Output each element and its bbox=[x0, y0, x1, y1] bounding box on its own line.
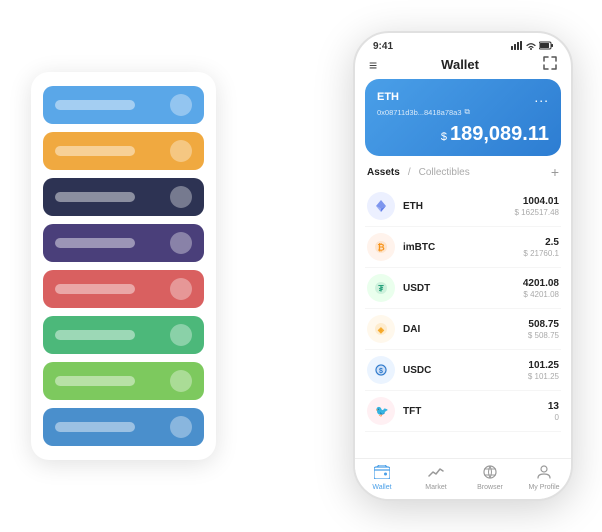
card-icon bbox=[170, 416, 192, 438]
list-item[interactable] bbox=[43, 132, 204, 170]
svg-text:🐦: 🐦 bbox=[375, 406, 388, 418]
eth-address: 0x08711d3b...8418a78a3 ⧉ bbox=[377, 107, 549, 117]
status-bar: 9:41 bbox=[355, 33, 571, 54]
asset-name-dai: DAI bbox=[403, 324, 528, 335]
nav-browser[interactable]: Browser bbox=[463, 465, 517, 491]
card-icon bbox=[170, 278, 192, 300]
asset-amount-eth: 1004.01 $ 162517.48 bbox=[515, 196, 560, 217]
wallet-nav-icon bbox=[374, 465, 390, 482]
svg-text:◈: ◈ bbox=[377, 326, 385, 335]
dai-icon: ◈ bbox=[367, 315, 395, 343]
page-title: Wallet bbox=[441, 57, 479, 72]
phone-mockup: 9:41 bbox=[353, 31, 573, 501]
asset-name-eth: ETH bbox=[403, 201, 515, 212]
svg-text:₮: ₮ bbox=[378, 284, 384, 294]
list-item[interactable] bbox=[43, 316, 204, 354]
card-icon bbox=[170, 370, 192, 392]
phone-header: ≡ Wallet bbox=[355, 54, 571, 79]
table-row[interactable]: $ USDC 101.25 $ 101.25 bbox=[365, 350, 561, 391]
card-bar bbox=[55, 238, 135, 248]
tab-assets[interactable]: Assets bbox=[367, 167, 400, 178]
usdc-icon: $ bbox=[367, 356, 395, 384]
asset-name-imbtc: imBTC bbox=[403, 242, 523, 253]
eth-card[interactable]: ETH ... 0x08711d3b...8418a78a3 ⧉ $189,08… bbox=[365, 79, 561, 156]
eth-more-button[interactable]: ... bbox=[534, 89, 549, 105]
card-icon bbox=[170, 94, 192, 116]
nav-market[interactable]: Market bbox=[409, 465, 463, 491]
tab-collectibles[interactable]: Collectibles bbox=[419, 167, 470, 178]
market-nav-icon bbox=[428, 465, 444, 482]
card-bar bbox=[55, 284, 135, 294]
card-bar bbox=[55, 330, 135, 340]
asset-amount-dai: 508.75 $ 508.75 bbox=[528, 319, 559, 340]
nav-profile[interactable]: My Profile bbox=[517, 465, 571, 491]
eth-card-header: ETH ... bbox=[377, 89, 549, 105]
assets-header: Assets / Collectibles + bbox=[355, 164, 571, 186]
tab-separator: / bbox=[408, 167, 411, 178]
card-bar bbox=[55, 376, 135, 386]
svg-text:$: $ bbox=[379, 368, 383, 375]
assets-tabs: Assets / Collectibles bbox=[367, 167, 470, 178]
bottom-nav: Wallet Market Browser My Profile bbox=[355, 458, 571, 499]
copy-icon[interactable]: ⧉ bbox=[465, 107, 470, 117]
asset-amount-usdc: 101.25 $ 101.25 bbox=[528, 360, 559, 381]
card-stack bbox=[31, 72, 216, 460]
eth-balance: $189,089.11 bbox=[377, 123, 549, 146]
wifi-icon bbox=[526, 42, 536, 52]
asset-name-usdc: USDC bbox=[403, 365, 528, 376]
svg-text:₿: ₿ bbox=[377, 243, 384, 253]
table-row[interactable]: ₿ imBTC 2.5 $ 21760.1 bbox=[365, 227, 561, 268]
asset-name-tft: TFT bbox=[403, 406, 548, 417]
add-asset-button[interactable]: + bbox=[551, 164, 559, 180]
card-bar bbox=[55, 146, 135, 156]
status-time: 9:41 bbox=[373, 41, 393, 52]
status-icons bbox=[511, 41, 553, 52]
list-item[interactable] bbox=[43, 408, 204, 446]
table-row[interactable]: ◈ DAI 508.75 $ 508.75 bbox=[365, 309, 561, 350]
signal-icon bbox=[511, 41, 523, 52]
table-row[interactable]: ₮ USDT 4201.08 $ 4201.08 bbox=[365, 268, 561, 309]
battery-icon bbox=[539, 41, 553, 52]
scene: 9:41 bbox=[11, 11, 591, 521]
nav-wallet[interactable]: Wallet bbox=[355, 465, 409, 491]
usdt-icon: ₮ bbox=[367, 274, 395, 302]
list-item[interactable] bbox=[43, 86, 204, 124]
eth-label: ETH bbox=[377, 91, 399, 103]
menu-icon[interactable]: ≡ bbox=[369, 58, 377, 72]
asset-list: ETH 1004.01 $ 162517.48 ₿ imBTC 2.5 $ 21… bbox=[355, 186, 571, 458]
browser-nav-icon bbox=[482, 465, 498, 482]
list-item[interactable] bbox=[43, 362, 204, 400]
asset-name-usdt: USDT bbox=[403, 283, 523, 294]
list-item[interactable] bbox=[43, 178, 204, 216]
card-icon bbox=[170, 140, 192, 162]
tft-icon: 🐦 bbox=[367, 397, 395, 425]
card-bar bbox=[55, 192, 135, 202]
nav-wallet-label: Wallet bbox=[372, 484, 391, 491]
card-icon bbox=[170, 232, 192, 254]
expand-icon[interactable] bbox=[543, 56, 557, 73]
currency-symbol: $ bbox=[441, 131, 447, 143]
card-icon bbox=[170, 186, 192, 208]
imbtc-icon: ₿ bbox=[367, 233, 395, 261]
profile-nav-icon bbox=[536, 465, 552, 482]
asset-amount-usdt: 4201.08 $ 4201.08 bbox=[523, 278, 559, 299]
asset-amount-imbtc: 2.5 $ 21760.1 bbox=[523, 237, 559, 258]
card-bar bbox=[55, 422, 135, 432]
card-icon bbox=[170, 324, 192, 346]
nav-profile-label: My Profile bbox=[528, 484, 559, 491]
card-bar bbox=[55, 100, 135, 110]
nav-market-label: Market bbox=[425, 484, 446, 491]
table-row[interactable]: ETH 1004.01 $ 162517.48 bbox=[365, 186, 561, 227]
eth-icon bbox=[367, 192, 395, 220]
list-item[interactable] bbox=[43, 270, 204, 308]
nav-browser-label: Browser bbox=[477, 484, 503, 491]
table-row[interactable]: 🐦 TFT 13 0 bbox=[365, 391, 561, 432]
asset-amount-tft: 13 0 bbox=[548, 401, 559, 422]
list-item[interactable] bbox=[43, 224, 204, 262]
